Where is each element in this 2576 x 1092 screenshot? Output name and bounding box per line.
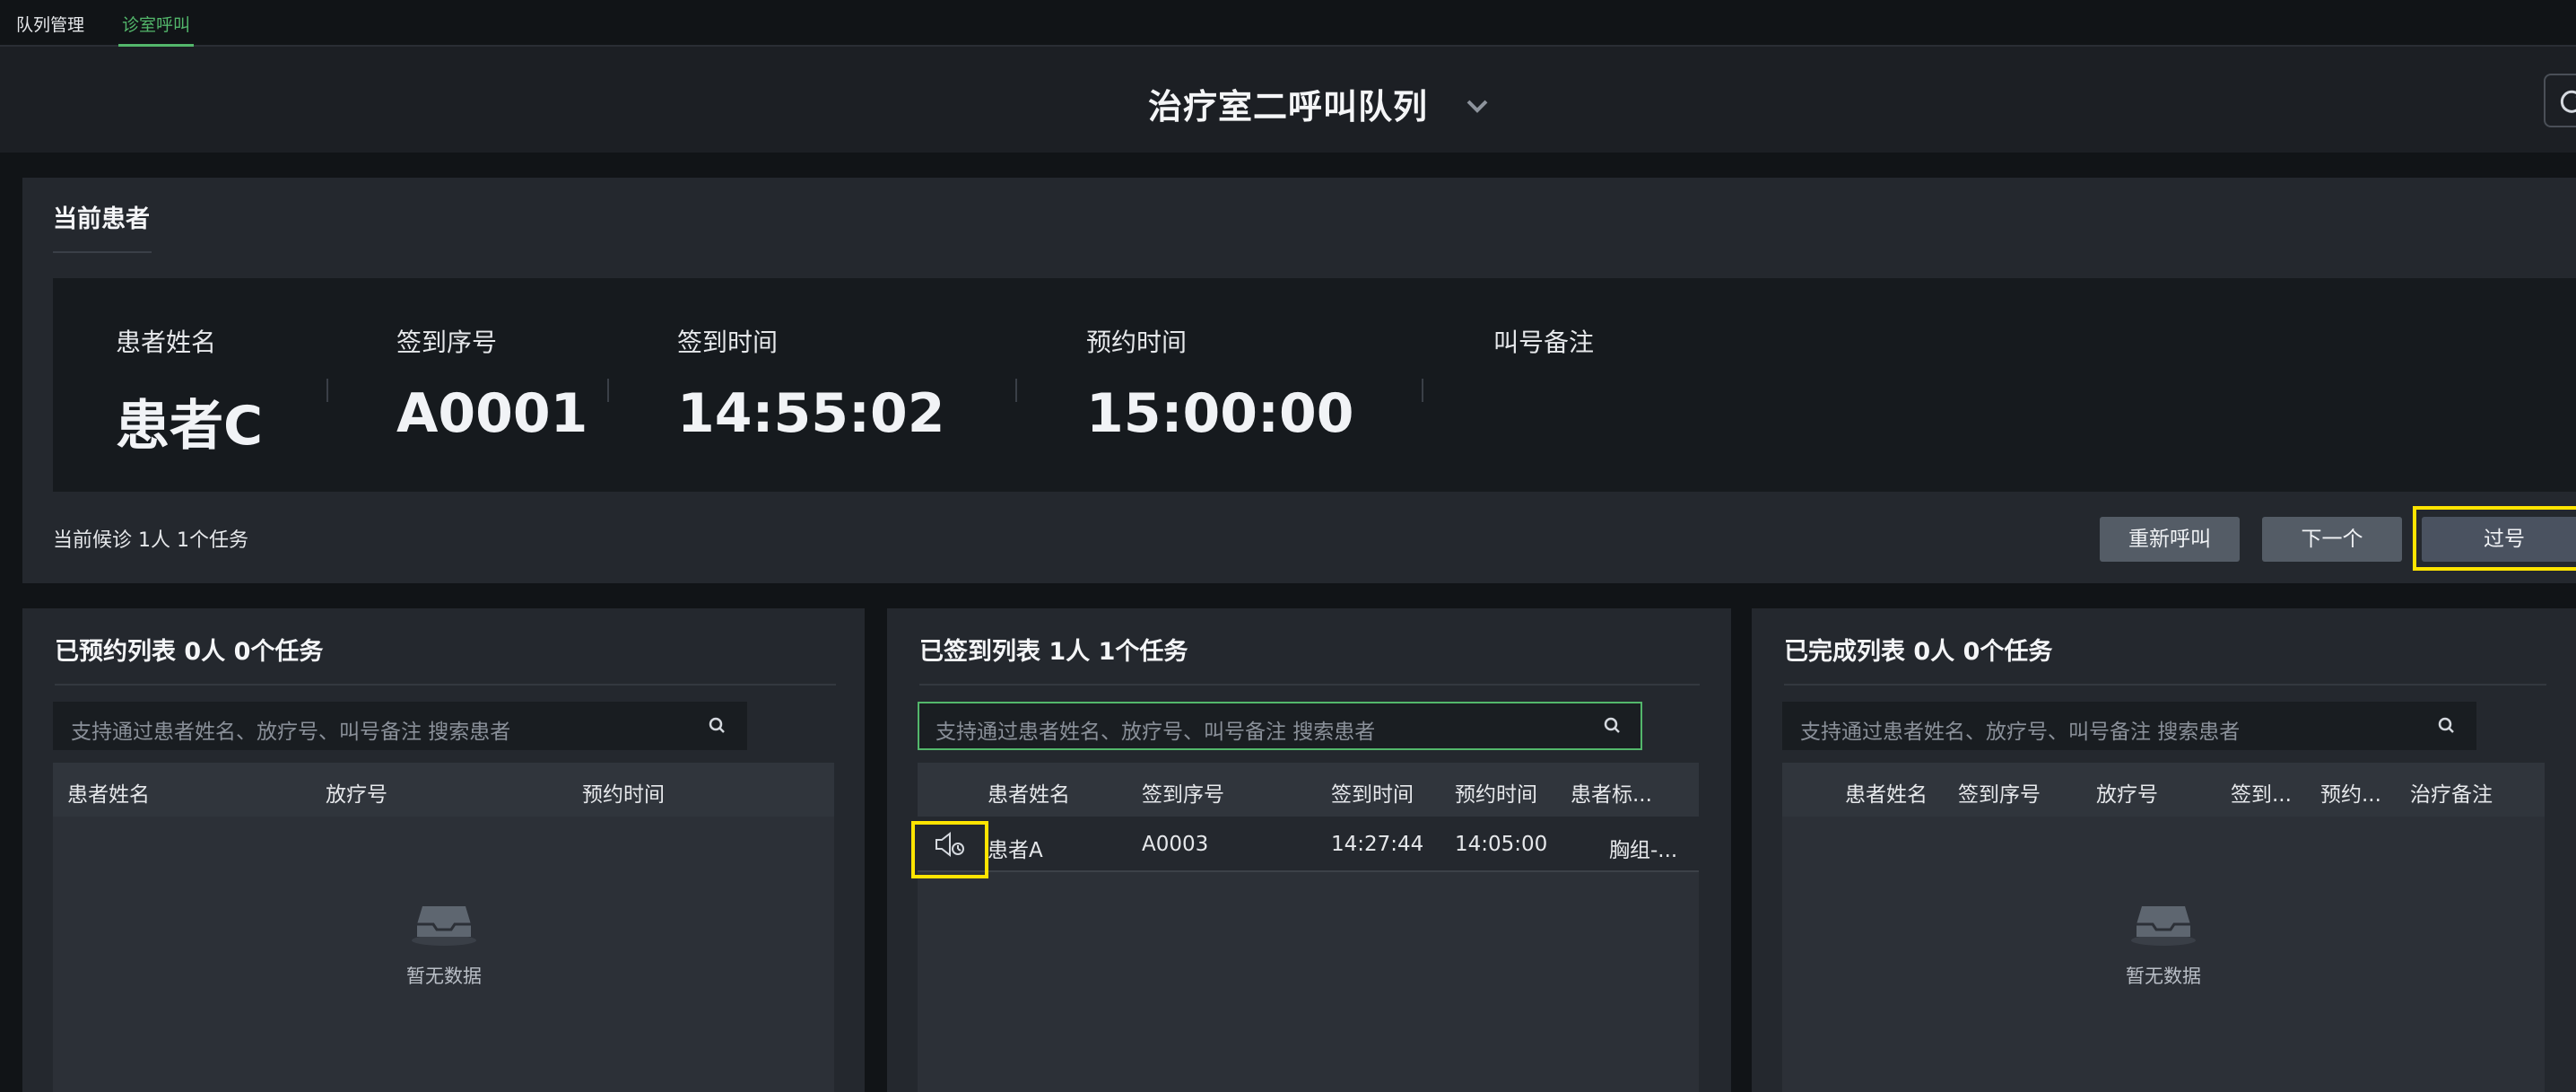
- tab-queue-management[interactable]: 队列管理: [13, 9, 88, 47]
- divider: [1422, 379, 1423, 402]
- empty-state: 暂无数据: [2074, 897, 2253, 989]
- checked-search-input[interactable]: 支持通过患者姓名、放疗号、叫号备注 搜索患者: [918, 702, 1642, 750]
- done-search-input[interactable]: 支持通过患者姓名、放疗号、叫号备注 搜索患者: [1782, 702, 2476, 750]
- column-header: 签到时间: [1331, 783, 1414, 807]
- search-placeholder: 支持通过患者姓名、放疗号、叫号备注 搜索患者: [71, 721, 511, 744]
- divider: [1784, 684, 2546, 686]
- column-header: 患者姓名: [988, 783, 1070, 807]
- empty-inbox-icon: [412, 906, 476, 946]
- field-call-note: 叫号备注: [1493, 323, 1594, 382]
- field-patient-name: 患者姓名 患者C: [116, 323, 263, 460]
- refresh-button[interactable]: [2544, 74, 2576, 127]
- page-title: 治疗室二呼叫队列: [1147, 87, 1428, 127]
- speaker-icon[interactable]: [934, 831, 966, 858]
- field-label: 叫号备注: [1493, 328, 1595, 357]
- waiting-count: 当前候诊 1人 1个任务: [53, 529, 248, 552]
- column-header: 患者姓名: [1845, 783, 1928, 807]
- field-label: 签到序号: [396, 328, 498, 357]
- checked-table-body: [918, 872, 1699, 1092]
- booked-table-header: 患者姓名 放疗号 预约时间: [53, 763, 834, 817]
- cell-checkin-seq: A0003: [1142, 833, 1209, 856]
- divider: [1015, 379, 1017, 402]
- column-header: 患者姓名: [67, 783, 150, 807]
- done-table-body: 暂无数据: [1782, 817, 2545, 1092]
- column-header: 预约时间: [1455, 783, 1537, 807]
- field-label: 签到时间: [677, 328, 779, 357]
- cell-appointment-time: 14:05:00: [1455, 833, 1548, 856]
- booked-list-title: 已预约列表 0人 0个任务: [55, 638, 324, 666]
- chevron-down-icon[interactable]: [1459, 88, 1495, 124]
- search-icon[interactable]: [1603, 716, 1623, 736]
- booked-search-input[interactable]: 支持通过患者姓名、放疗号、叫号备注 搜索患者: [53, 702, 747, 750]
- empty-text: 暂无数据: [406, 965, 482, 987]
- field-label: 预约时间: [1086, 328, 1188, 357]
- field-value: 患者C: [116, 395, 264, 458]
- refresh-icon: [2560, 90, 2576, 113]
- done-list-panel: 已完成列表 0人 0个任务 支持通过患者姓名、放疗号、叫号备注 搜索患者 患者姓…: [1752, 608, 2576, 1092]
- field-value: 15:00:00: [1086, 382, 1354, 445]
- field-label: 患者姓名: [116, 328, 217, 357]
- column-header: 放疗号: [326, 783, 387, 807]
- recall-button[interactable]: 重新呼叫: [2100, 517, 2240, 562]
- column-header: 放疗号: [2096, 783, 2158, 807]
- search-placeholder: 支持通过患者姓名、放疗号、叫号备注 搜索患者: [936, 721, 1376, 744]
- search-icon[interactable]: [2437, 716, 2457, 736]
- cell-patient-name: 患者A: [988, 839, 1043, 862]
- field-checkin-time: 签到时间 14:55:02: [677, 323, 944, 445]
- empty-state: 暂无数据: [354, 897, 534, 989]
- field-value: 14:55:02: [677, 382, 945, 445]
- field-value: A0001: [396, 382, 588, 445]
- checked-list-panel: 已签到列表 1人 1个任务 支持通过患者姓名、放疗号、叫号备注 搜索患者 患者姓…: [887, 608, 1731, 1092]
- divider: [607, 379, 609, 402]
- current-patient-title: 当前患者: [53, 205, 150, 233]
- page-header: 治疗室二呼叫队列: [0, 47, 2576, 153]
- current-patient-info: 患者姓名 患者C 签到序号 A0001 签到时间 14:55:02 预约时间 1…: [53, 278, 2576, 492]
- current-patient-card: 当前患者 患者姓名 患者C 签到序号 A0001 签到时间 14:55:02 预…: [22, 178, 2576, 583]
- cell-checkin-time: 14:27:44: [1331, 833, 1424, 856]
- next-button[interactable]: 下一个: [2262, 517, 2402, 562]
- title-underline: [53, 251, 152, 253]
- table-row[interactable]: 患者A A0003 14:27:44 14:05:00 胸组-...: [918, 817, 1699, 872]
- top-tab-bar: 队列管理 诊室呼叫: [0, 0, 2576, 47]
- field-appointment-time: 预约时间 15:00:00: [1086, 323, 1353, 445]
- column-header: 签到序号: [1142, 783, 1224, 807]
- skip-button[interactable]: 过号: [2422, 517, 2576, 562]
- column-header: 签到序号: [1958, 783, 2041, 807]
- checked-list-title: 已签到列表 1人 1个任务: [919, 638, 1188, 666]
- done-table-header: 患者姓名 签到序号 放疗号 签到... 预约... 治疗备注: [1782, 763, 2545, 817]
- done-list-title: 已完成列表 0人 0个任务: [1784, 638, 2053, 666]
- column-header: 预约时间: [582, 783, 665, 807]
- queue-title[interactable]: 治疗室二呼叫队列: [0, 79, 2576, 128]
- column-header: 签到...: [2231, 783, 2292, 807]
- divider: [919, 684, 1700, 686]
- column-header: 预约...: [2320, 783, 2381, 807]
- booked-table-body: 暂无数据: [53, 817, 834, 1092]
- search-placeholder: 支持通过患者姓名、放疗号、叫号备注 搜索患者: [1800, 721, 2241, 744]
- divider: [55, 684, 836, 686]
- checked-table-header: 患者姓名 签到序号 签到时间 预约时间 患者标...: [918, 763, 1699, 817]
- search-icon[interactable]: [708, 716, 727, 736]
- field-checkin-seq: 签到序号 A0001: [396, 323, 587, 445]
- booked-list-panel: 已预约列表 0人 0个任务 支持通过患者姓名、放疗号、叫号备注 搜索患者 患者姓…: [22, 608, 865, 1092]
- column-header: 治疗备注: [2410, 783, 2493, 807]
- empty-inbox-icon: [2131, 906, 2196, 946]
- empty-text: 暂无数据: [2126, 965, 2201, 987]
- column-header: 患者标...: [1571, 783, 1652, 807]
- cell-patient-tag: 胸组-...: [1609, 839, 1678, 862]
- tab-room-call[interactable]: 诊室呼叫: [118, 9, 195, 47]
- divider: [326, 379, 328, 402]
